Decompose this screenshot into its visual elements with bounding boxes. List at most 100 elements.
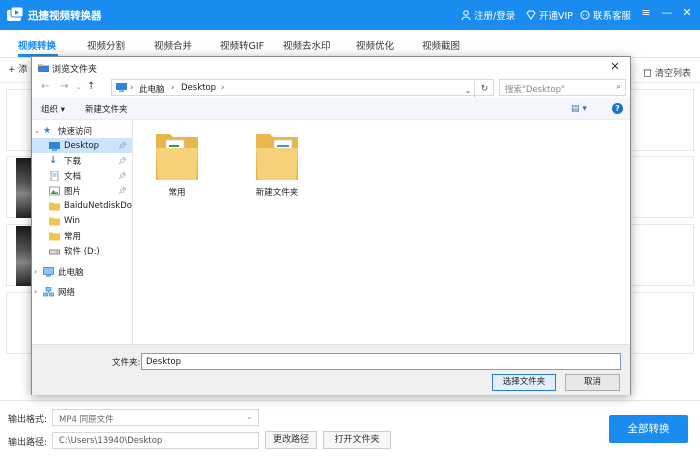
star-icon: ★ [43,125,52,136]
network-icon [43,286,54,296]
output-format-value: MP4 同原文件 [59,415,114,425]
user-icon [461,10,471,20]
folder-icon [49,202,60,210]
breadcrumb-separator: › [221,83,225,93]
output-format-select[interactable]: MP4 同原文件 ⌄ [52,409,259,426]
register-login-label: 注册/登录 [474,11,516,22]
tab-video-gif[interactable]: 视频转GIF [220,38,264,52]
vip-icon [526,10,536,20]
nav-item-documents[interactable]: 文档 📌︎ [32,168,132,183]
search-input[interactable]: 搜索"Desktop" ⌕ [499,79,626,96]
folder-icon [38,64,49,72]
clear-list-button[interactable]: 清空列表 [643,66,691,79]
tab-video-merge[interactable]: 视频合并 [154,38,192,52]
picture-icon [49,186,60,195]
open-folder-button[interactable]: 打开文件夹 [323,431,391,449]
forward-arrow-icon[interactable]: → [60,81,68,92]
dialog-titlebar: 浏览文件夹 ✕ [32,57,630,77]
folder-item-common[interactable]: 常用 [147,128,207,200]
navigation-pane: ⌄ ★ 快速访问 Desktop 📌︎ ↓ 下载 📌︎ 文档 📌︎ 图片 📌︎ … [32,120,133,344]
address-bar[interactable]: › 此电脑 › Desktop › ⌄ ↻ [111,79,494,99]
nav-item-pictures[interactable]: 图片 📌︎ [32,183,132,198]
nav-label: Desktop [64,140,100,151]
nav-label: 图片 [64,186,82,197]
folder-content-area: 常用 新建文件夹 [134,120,630,344]
tab-bar: 视频转换 视频分割 视频合并 视频转GIF 视频去水印 视频优化 视频截图 [0,30,700,58]
refresh-icon[interactable]: ↻ [474,82,494,99]
minimize-icon[interactable]: — [660,6,674,20]
app-title: 迅捷视频转换器 [28,10,102,22]
menu-icon[interactable]: ≡ [639,6,653,20]
breadcrumb-separator: › [130,83,134,93]
support-link[interactable]: 联系客服 [580,8,631,22]
organize-menu[interactable]: 组织 ▾ [41,103,65,115]
breadcrumb-this-pc[interactable]: 此电脑 [139,83,165,95]
nav-label: 常用 [64,231,82,242]
breadcrumb-separator: › [171,83,175,93]
chevron-down-icon: ⌄ [34,126,40,135]
nav-item-desktop[interactable]: Desktop 📌︎ [32,138,132,153]
search-icon: ⌕ [616,82,621,92]
nav-label: 网络 [58,287,76,298]
folder-icon [156,134,198,180]
trash-icon [643,69,652,77]
output-path-input[interactable]: C:\Users\13940\Desktop [52,432,259,449]
tab-video-watermark[interactable]: 视频去水印 [283,38,331,52]
support-label: 联系客服 [593,11,632,22]
cancel-button[interactable]: 取消 [565,374,620,391]
back-arrow-icon[interactable]: ← [41,81,49,92]
support-icon [580,10,590,20]
app-titlebar: 迅捷视频转换器 注册/登录 开通VIP 联系客服 ≡ — ✕ [0,0,700,30]
nav-item-drive-d[interactable]: 软件 (D:) [32,243,132,258]
app-logo-icon [7,7,23,21]
nav-label: 软件 (D:) [64,246,100,257]
nav-label: Win [64,215,80,226]
pin-icon: 📌︎ [118,156,127,165]
select-folder-button[interactable]: 选择文件夹 [492,374,556,391]
chevron-right-icon: › [34,267,38,276]
help-icon[interactable]: ? [612,103,623,114]
folder-item-new-folder[interactable]: 新建文件夹 [247,128,307,200]
recent-dropdown-icon[interactable]: ⌄ [76,83,82,91]
dialog-nav-row: ← → ⌄ ↑ › 此电脑 › Desktop › ⌄ ↻ 搜索"Desktop… [32,77,630,99]
nav-item-network[interactable]: › 网络 [32,284,132,299]
nav-item-common[interactable]: 常用 [32,228,132,243]
folder-icon [256,134,298,180]
pin-icon: 📌︎ [118,141,127,150]
convert-all-button[interactable]: 全部转换 [609,415,688,443]
drive-icon [49,249,60,254]
nav-label: 快速访问 [58,126,93,137]
change-path-button[interactable]: 更改路径 [265,431,317,449]
folder-name-input[interactable]: Desktop [141,353,621,370]
add-file-button[interactable]: + 添 [8,62,27,75]
nav-item-baidunetdisk[interactable]: BaiduNetdiskDow [32,198,132,213]
vip-link[interactable]: 开通VIP [526,8,573,22]
dialog-title: 浏览文件夹 [52,65,98,75]
output-path-label: 输出路径: [8,438,48,448]
tab-video-optimize[interactable]: 视频优化 [356,38,394,52]
nav-label: 此电脑 [58,267,84,278]
breadcrumb-desktop[interactable]: Desktop [181,83,216,93]
desktop-icon [49,141,60,151]
folder-label: 常用 [168,188,186,198]
register-login-link[interactable]: 注册/登录 [461,8,515,22]
tab-video-convert[interactable]: 视频转换 [18,38,56,52]
nav-item-quick-access[interactable]: ⌄ ★ 快速访问 [32,123,132,138]
nav-label: 文档 [64,171,82,182]
nav-item-this-pc[interactable]: › 此电脑 [32,264,132,279]
nav-item-win[interactable]: Win [32,213,132,228]
close-icon[interactable]: ✕ [680,6,694,20]
pin-icon: 📌︎ [118,186,127,195]
chevron-down-icon: ⌄ [245,412,253,422]
tab-video-split[interactable]: 视频分割 [87,38,125,52]
dialog-footer: 文件夹: Desktop 选择文件夹 取消 [32,344,630,395]
chevron-right-icon: › [34,287,38,296]
new-folder-button[interactable]: 新建文件夹 [85,103,128,115]
up-arrow-icon[interactable]: ↑ [87,81,95,92]
browse-folder-dialog: 浏览文件夹 ✕ ← → ⌄ ↑ › 此电脑 › Desktop › ⌄ ↻ 搜索… [31,56,631,395]
view-options-icon[interactable]: ▤ ▾ [571,104,587,114]
tab-video-screenshot[interactable]: 视频截图 [422,38,460,52]
nav-item-downloads[interactable]: ↓ 下载 📌︎ [32,153,132,168]
output-format-label: 输出格式: [8,415,48,425]
dialog-close-icon[interactable]: ✕ [604,59,626,75]
